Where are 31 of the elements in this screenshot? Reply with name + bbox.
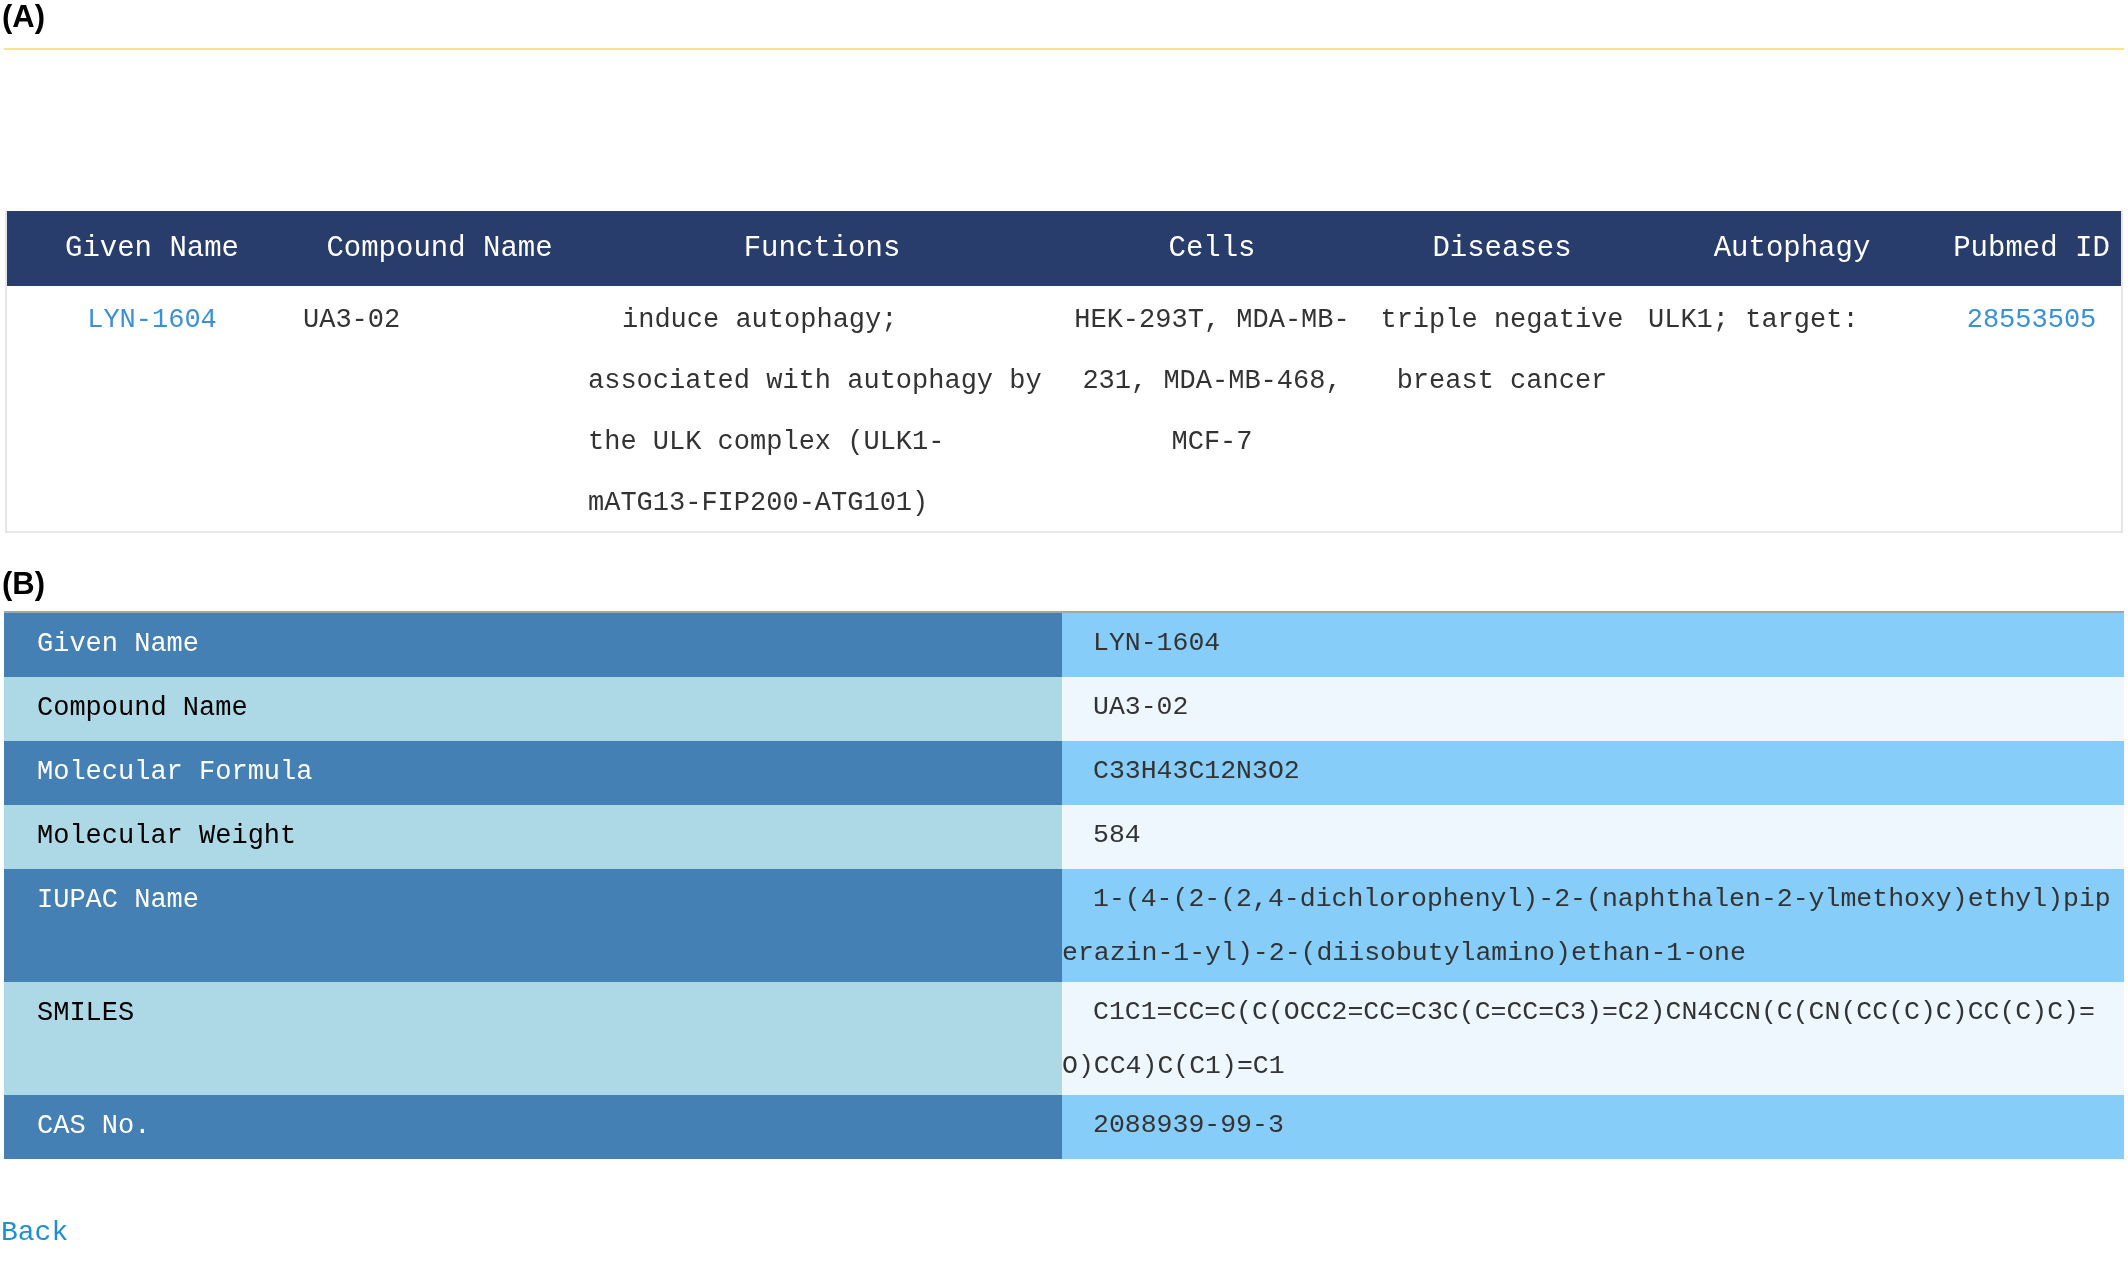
property-label: Molecular Weight [4, 805, 1062, 869]
property-label: IUPAC Name [4, 869, 1062, 982]
column-header: Compound Name [297, 211, 582, 286]
property-value: 2088939-99-3 [1062, 1095, 2124, 1159]
property-value: 1-(4-(2-(2,4-dichlorophenyl)-2-(naphthalen-2-ylmethoxy)ethyl)piperazin-1-yl)-2-(diisobutylamino)ethan-1-one [1062, 869, 2124, 982]
table-cell: induce autophagy; associated with autophagy by the ULK complex (ULK1-mATG13-FIP200-ATG101) [588, 305, 1042, 518]
column-header: Pubmed ID [1942, 211, 2121, 286]
property-label: Given Name [4, 613, 1062, 677]
back-link[interactable]: Back [0, 1217, 69, 1248]
column-header: Autophagy [1642, 211, 1942, 286]
column-header: Diseases [1362, 211, 1642, 286]
column-header: Functions [582, 211, 1062, 286]
table-link[interactable]: LYN-1604 [87, 305, 217, 335]
property-value: C1C1=CC=C(C(OCC2=CC=C3C(C=CC=C3)=C2)CN4CCN(C(CN(CC(C)C)CC(C)C)=O)CC4)C(C1)=C1 [1062, 982, 2124, 1095]
panel-label: (A) [1, 0, 46, 34]
column-header: Given Name [7, 211, 297, 286]
property-label: CAS No. [4, 1095, 1062, 1159]
property-value: UA3-02 [1062, 677, 2124, 741]
table-link[interactable]: 28553505 [1966, 305, 2097, 335]
property-value: C33H43C12N3O2 [1062, 741, 2124, 805]
property-value: LYN-1604 [1062, 613, 2124, 677]
property-value: 584 [1062, 805, 2124, 869]
property-label: Molecular Formula [4, 741, 1062, 805]
table-cell: ULK1; target: [1648, 305, 1859, 335]
table-cell: UA3-02 [303, 305, 401, 335]
property-label: Compound Name [4, 677, 1062, 741]
panel-label: (B) [1, 567, 46, 601]
table-cell: HEK-293T, MDA-MB-231, MDA-MB-468, MCF-7 [1074, 305, 1350, 457]
property-label: SMILES [4, 982, 1062, 1095]
column-header: Cells [1062, 211, 1362, 286]
table-cell: triple negative breast cancer [1380, 305, 1624, 396]
